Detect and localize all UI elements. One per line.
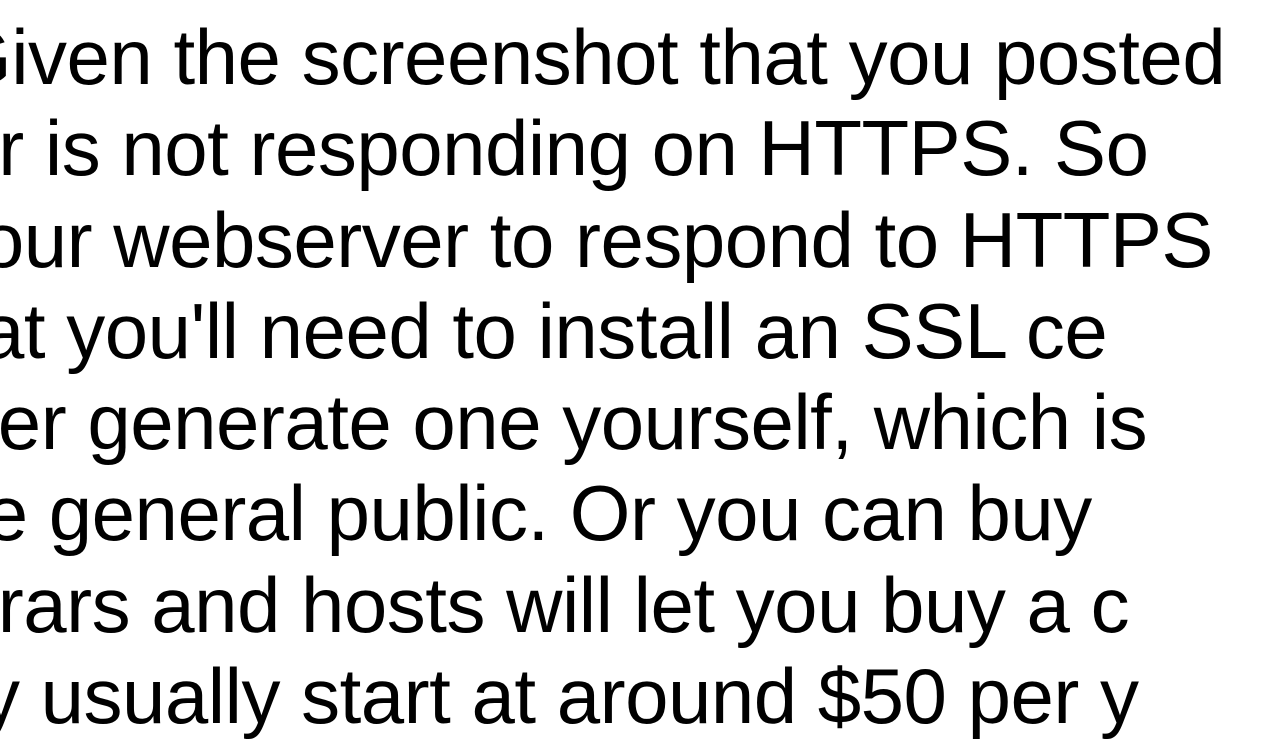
text-line: ure your webserver to respond to HTTPS	[0, 195, 1280, 286]
text-line: for the general public. Or you can buy	[0, 468, 1280, 559]
text-line: server is not responding on HTTPS. So	[0, 103, 1280, 194]
text-line: registrars and hosts will let you buy a …	[0, 560, 1280, 651]
text-line: n either generate one yourself, which is	[0, 377, 1280, 468]
text-line: No. Given the screenshot that you posted	[0, 12, 1280, 103]
answer-body: No. Given the screenshot that you posted…	[0, 12, 1280, 742]
text-line: d they usually start at around $50 per y	[0, 651, 1280, 742]
text-line: do that you'll need to install an SSL ce	[0, 286, 1280, 377]
